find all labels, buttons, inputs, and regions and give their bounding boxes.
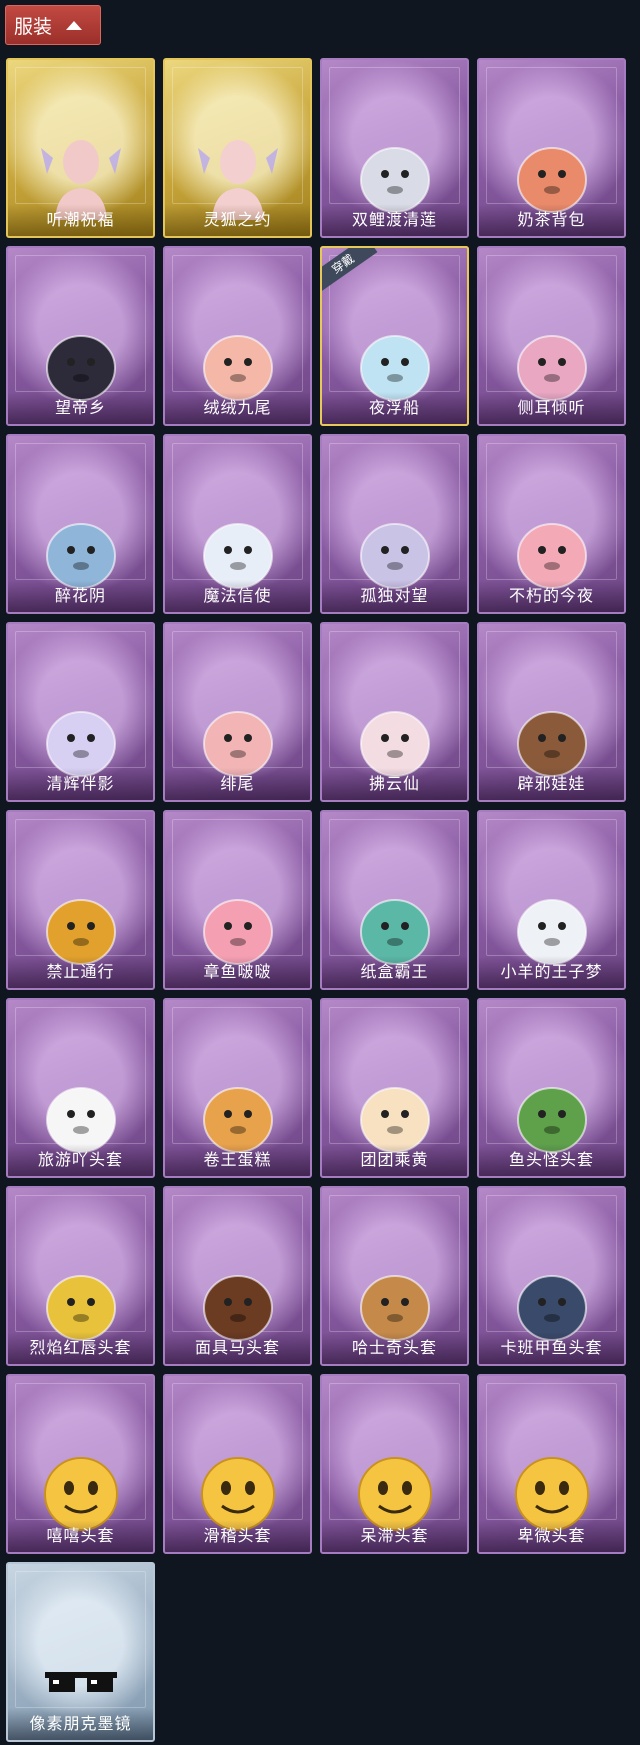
costume-category-toggle[interactable]: 服装 [5,5,101,45]
costume-card[interactable]: 小羊的王子梦 [477,810,626,990]
costume-name: 鱼头怪头套 [479,1144,624,1176]
costume-card[interactable]: 烈焰红唇头套 [6,1186,155,1366]
costume-name: 夜浮船 [322,392,467,424]
costume-name: 清辉伴影 [8,768,153,800]
costume-card[interactable]: 面具马头套 [163,1186,312,1366]
costume-name: 奶茶背包 [479,204,624,236]
costume-card[interactable]: 禁止通行 [6,810,155,990]
costume-card[interactable]: 卷王蛋糕 [163,998,312,1178]
costume-card[interactable]: 哈士奇头套 [320,1186,469,1366]
costume-name: 哈士奇头套 [322,1332,467,1364]
costume-card[interactable]: 侧耳倾听 [477,246,626,426]
costume-card[interactable]: 旅游吖头套 [6,998,155,1178]
costume-name: 听潮祝福 [8,204,153,236]
costume-name: 章鱼啵啵 [165,956,310,988]
costume-card[interactable]: 不朽的今夜 [477,434,626,614]
costume-name: 辟邪娃娃 [479,768,624,800]
costume-name: 嘻嘻头套 [8,1520,153,1552]
costume-card[interactable]: 章鱼啵啵 [163,810,312,990]
costume-name: 卑微头套 [479,1520,624,1552]
costume-card[interactable]: 拂云仙 [320,622,469,802]
costume-card[interactable]: 醉花阴 [6,434,155,614]
costume-name: 灵狐之约 [165,204,310,236]
costume-name: 卡班甲鱼头套 [479,1332,624,1364]
costume-card[interactable]: 奶茶背包 [477,58,626,238]
costume-card[interactable]: 绒绒九尾 [163,246,312,426]
costume-name: 孤独对望 [322,580,467,612]
costume-card[interactable]: 绯尾 [163,622,312,802]
costume-name: 像素朋克墨镜 [8,1708,153,1740]
costume-card[interactable]: 团团乘黄 [320,998,469,1178]
costume-name: 绯尾 [165,768,310,800]
costume-name: 呆滞头套 [322,1520,467,1552]
costume-name: 双鲤渡清莲 [322,204,467,236]
costume-name: 纸盒霸王 [322,956,467,988]
costume-card[interactable]: 听潮祝福 [6,58,155,238]
costume-name: 团团乘黄 [322,1144,467,1176]
costume-card[interactable]: 穿戴 夜浮船 [320,246,469,426]
costume-name: 望帝乡 [8,392,153,424]
costume-name: 面具马头套 [165,1332,310,1364]
costume-name: 醉花阴 [8,580,153,612]
costume-name: 侧耳倾听 [479,392,624,424]
costume-grid: 听潮祝福 灵狐之约 双鲤渡清莲 奶茶背包 望帝乡 绒绒九尾 穿戴 夜浮船 侧耳倾听 醉花阴 魔法信使… [6,58,626,1742]
costume-name: 魔法信使 [165,580,310,612]
costume-name: 卷王蛋糕 [165,1144,310,1176]
costume-card[interactable]: 滑稽头套 [163,1374,312,1554]
costume-card[interactable]: 灵狐之约 [163,58,312,238]
costume-name: 滑稽头套 [165,1520,310,1552]
costume-card[interactable]: 嘻嘻头套 [6,1374,155,1554]
equipped-badge: 穿戴 [322,248,378,293]
costume-card[interactable]: 双鲤渡清莲 [320,58,469,238]
costume-name: 不朽的今夜 [479,580,624,612]
costume-card[interactable]: 卑微头套 [477,1374,626,1554]
chevron-up-icon [66,20,83,30]
costume-card[interactable]: 纸盒霸王 [320,810,469,990]
costume-card[interactable]: 鱼头怪头套 [477,998,626,1178]
costume-card[interactable]: 魔法信使 [163,434,312,614]
category-label: 服装 [14,15,53,38]
costume-name: 拂云仙 [322,768,467,800]
costume-card[interactable]: 清辉伴影 [6,622,155,802]
costume-card[interactable]: 望帝乡 [6,246,155,426]
costume-card[interactable]: 孤独对望 [320,434,469,614]
costume-name: 小羊的王子梦 [479,956,624,988]
costume-name: 旅游吖头套 [8,1144,153,1176]
costume-name: 绒绒九尾 [165,392,310,424]
costume-name: 禁止通行 [8,956,153,988]
costume-card[interactable]: 辟邪娃娃 [477,622,626,802]
costume-card[interactable]: 像素朋克墨镜 [6,1562,155,1742]
costume-card[interactable]: 呆滞头套 [320,1374,469,1554]
costume-card[interactable]: 卡班甲鱼头套 [477,1186,626,1366]
costume-name: 烈焰红唇头套 [8,1332,153,1364]
